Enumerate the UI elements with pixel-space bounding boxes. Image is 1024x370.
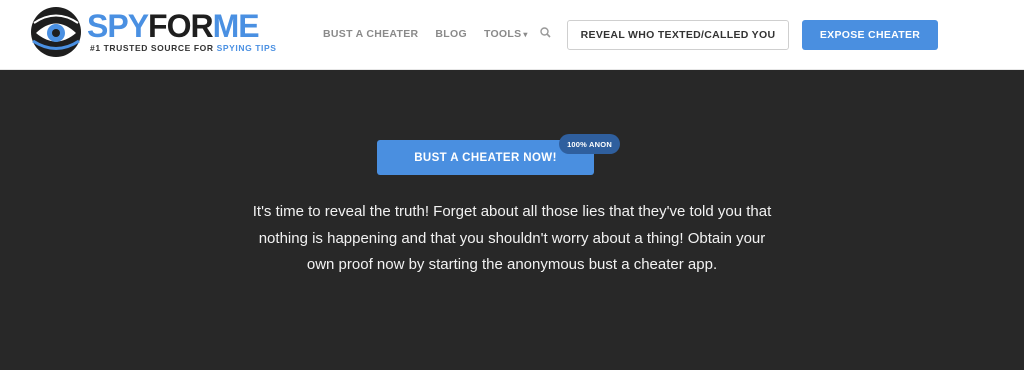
logo-wordmark: SPYFORME: [87, 8, 260, 44]
hero-description: It's time to reveal the truth! Forget ab…: [252, 203, 772, 273]
tagline-highlight: SPYING TIPS: [216, 43, 277, 53]
site-header: SPYFORME #1 TRUSTED SOURCE FOR SPYING TI…: [0, 0, 1024, 70]
main-nav: BUST A CHEATER BLOG TOOLS ▾: [323, 28, 545, 40]
search-icon[interactable]: [539, 26, 553, 40]
chevron-down-icon: ▾: [523, 30, 528, 39]
expose-cheater-button[interactable]: EXPOSE CHEATER: [802, 20, 938, 50]
expose-button-label: EXPOSE CHEATER: [819, 29, 921, 41]
nav-label: BUST A CHEATER: [323, 28, 419, 40]
tagline-prefix: #1 TRUSTED SOURCE FOR: [90, 43, 217, 53]
nav-item-tools[interactable]: TOOLS ▾: [484, 28, 528, 40]
hero-section: BUST A CHEATER NOW! 100% ANON It's time …: [0, 70, 1024, 370]
eye-logo-icon: [31, 7, 81, 57]
nav-label: TOOLS: [483, 28, 522, 40]
nav-item-bust-a-cheater[interactable]: BUST A CHEATER: [323, 28, 418, 40]
logo-tagline: #1 TRUSTED SOURCE FOR SPYING TIPS: [90, 43, 277, 53]
nav-label: BLOG: [435, 28, 467, 40]
anon-badge: 100% ANON: [559, 134, 620, 154]
nav-item-blog[interactable]: BLOG: [435, 28, 467, 40]
reveal-button-label: REVEAL WHO TEXTED/CALLED YOU: [580, 29, 776, 41]
logo-word-spy: SPY: [87, 8, 149, 44]
site-logo[interactable]: SPYFORME #1 TRUSTED SOURCE FOR SPYING TI…: [30, 6, 276, 64]
badge-label: 100% ANON: [567, 139, 612, 149]
logo-word-me: ME: [212, 8, 260, 44]
reveal-texted-called-button[interactable]: REVEAL WHO TEXTED/CALLED YOU: [567, 20, 789, 50]
logo-word-for: FOR: [148, 8, 214, 44]
cta-label: BUST A CHEATER NOW!: [414, 151, 557, 164]
